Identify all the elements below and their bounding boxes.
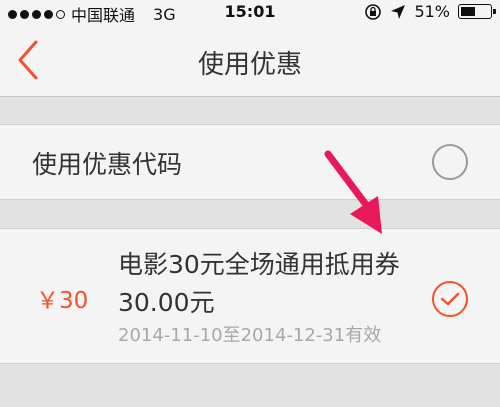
status-right: 51% xyxy=(364,2,496,21)
coupon-validity: 2014-11-10至2014-12-31有效 xyxy=(118,325,382,346)
location-arrow-icon xyxy=(391,4,406,19)
coupon-price: ￥30 xyxy=(36,288,89,314)
coupon-item-row[interactable]: ￥30 电影30元全场通用抵用券 30.00元 2014-11-10至2014-… xyxy=(0,228,500,364)
coupon-selected-radio[interactable] xyxy=(432,281,468,317)
nav-bar: 使用优惠 xyxy=(0,24,500,97)
checkmark-icon xyxy=(440,292,460,306)
rotation-lock-icon xyxy=(365,3,382,20)
coupon-amount: 30.00元 xyxy=(118,288,215,317)
battery-icon xyxy=(458,4,496,19)
status-bar: 中国联通 3G 15:01 51% xyxy=(0,0,500,25)
coupon-code-radio[interactable] xyxy=(432,144,468,180)
use-coupon-code-label: 使用优惠代码 xyxy=(32,150,183,179)
use-coupon-code-row[interactable]: 使用优惠代码 xyxy=(0,124,500,200)
page-title: 使用优惠 xyxy=(197,50,302,80)
coupon-name: 电影30元全场通用抵用券 xyxy=(118,250,400,279)
battery-percent: 51% xyxy=(414,2,450,21)
